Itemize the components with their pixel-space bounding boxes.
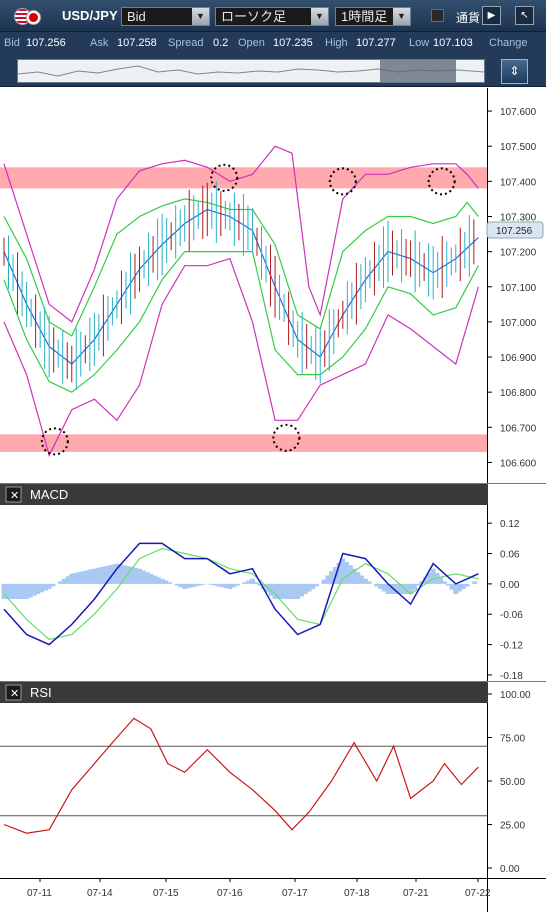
chevron-down-icon: ▼ xyxy=(393,8,410,25)
y-tick-label: 107.400 xyxy=(500,177,537,188)
y-tick-label: 50.00 xyxy=(500,777,525,788)
navigator-window[interactable] xyxy=(380,60,456,82)
low-label: Low xyxy=(409,37,430,49)
scroll-right-icon[interactable]: ▶ xyxy=(482,6,501,25)
macd-hist-bar xyxy=(253,582,259,584)
timeframe-value: 1時間足 xyxy=(341,9,388,24)
x-tick-label: 07-14 xyxy=(87,888,113,899)
open-value: 107.235 xyxy=(273,37,313,49)
y-tick-label: 107.000 xyxy=(500,318,537,329)
macd-hist-bar xyxy=(472,581,478,584)
high-value: 107.277 xyxy=(356,37,396,49)
rsi-panel-header: ✕ RSI xyxy=(0,682,488,703)
jp-flag-icon xyxy=(26,10,41,25)
navigator-track[interactable] xyxy=(17,59,485,83)
macd-hist-bar xyxy=(167,582,173,584)
macd-hist-bar xyxy=(366,581,372,584)
currency-checkbox[interactable] xyxy=(431,9,444,22)
y-tick-label: 107.500 xyxy=(500,142,537,153)
bid-value: 107.256 xyxy=(26,37,66,49)
support-zone xyxy=(0,434,487,452)
y-tick-label: -0.12 xyxy=(500,641,523,652)
y-tick-label: 0.12 xyxy=(500,519,520,530)
macd-panel-header: ✕ MACD xyxy=(0,484,488,505)
x-tick-label: 07-22 xyxy=(465,888,491,899)
macd-hist-bar xyxy=(234,583,240,586)
quote-bar: Bid 107.256 Ask 107.258 Spread 0.2 Open … xyxy=(0,32,546,55)
resistance-zone xyxy=(0,167,487,189)
rsi-title: RSI xyxy=(30,685,52,700)
macd-hist-bar xyxy=(201,583,207,585)
x-tick-label: 07-21 xyxy=(403,888,429,899)
navigator-bar: ⇕ xyxy=(0,55,546,87)
x-tick-label: 07-11 xyxy=(27,888,52,899)
macd-hist-bar xyxy=(441,581,447,584)
y-tick-label: 106.900 xyxy=(500,353,537,364)
y-tick-label: 25.00 xyxy=(500,821,525,832)
y-tick-label: 100.00 xyxy=(500,690,531,701)
navigator-expand-icon[interactable]: ⇕ xyxy=(501,59,528,84)
currency-label: 通貨 xyxy=(456,11,481,25)
high-label: High xyxy=(325,37,348,49)
chevron-down-icon: ▼ xyxy=(192,8,209,25)
chevron-down-icon: ▼ xyxy=(311,8,328,25)
spread-value: 0.2 xyxy=(213,37,229,49)
y-tick-label: -0.06 xyxy=(500,610,523,621)
x-tick-label: 07-18 xyxy=(344,888,370,899)
macd-hist-bar xyxy=(464,583,470,587)
y-tick-label: 0.00 xyxy=(500,580,520,591)
y-tick-label: 0.00 xyxy=(500,864,520,875)
change-label: Change xyxy=(489,37,528,49)
spread-label: Spread xyxy=(168,37,204,49)
chart-type-select[interactable]: ローソク足 ▼ xyxy=(215,7,329,26)
currency-pair-label[interactable]: USD/JPY xyxy=(62,8,118,23)
toolbar: USD/JPY Bid ▼ ローソク足 ▼ 1時間足 ▼ 通貨 ▶ ↖ xyxy=(0,0,546,32)
price-type-select[interactable]: Bid ▼ xyxy=(121,7,210,26)
macd-hist-bar xyxy=(415,583,421,586)
y-tick-label: 106.700 xyxy=(500,423,537,434)
ask-value: 107.258 xyxy=(117,37,157,49)
chart-type-value: ローソク足 xyxy=(221,9,287,24)
y-tick-label: -0.18 xyxy=(500,671,523,682)
y-tick-label: 106.600 xyxy=(500,458,537,469)
open-label: Open xyxy=(238,37,265,49)
y-tick-label: 106.800 xyxy=(500,388,537,399)
macd-hist-bar xyxy=(313,583,319,587)
x-tick-label: 07-17 xyxy=(282,888,308,899)
y-tick-label: 75.00 xyxy=(500,734,525,745)
y-tick-label: 107.600 xyxy=(500,107,537,118)
macd-title: MACD xyxy=(30,487,68,502)
timeframe-select[interactable]: 1時間足 ▼ xyxy=(335,7,411,26)
x-tick-label: 07-16 xyxy=(217,888,243,899)
macd-hist-bar xyxy=(50,583,56,587)
collapse-icon[interactable]: ↖ xyxy=(515,6,534,25)
price-type-value: Bid xyxy=(127,9,146,24)
y-tick-label: 107.200 xyxy=(500,248,537,259)
x-tick-label: 07-15 xyxy=(153,888,179,899)
current-price-marker: 107.256 xyxy=(486,221,544,239)
bid-label: Bid xyxy=(4,37,20,49)
chart-area: 107.600107.500107.400107.300107.200107.1… xyxy=(0,88,546,912)
close-rsi-glyph: ✕ xyxy=(10,688,19,700)
close-macd-glyph: ✕ xyxy=(10,490,19,502)
y-tick-label: 0.06 xyxy=(500,550,520,561)
ask-label: Ask xyxy=(90,37,109,49)
y-tick-label: 107.100 xyxy=(500,283,537,294)
low-value: 107.103 xyxy=(433,37,473,49)
current-price-label: 107.256 xyxy=(496,226,533,237)
